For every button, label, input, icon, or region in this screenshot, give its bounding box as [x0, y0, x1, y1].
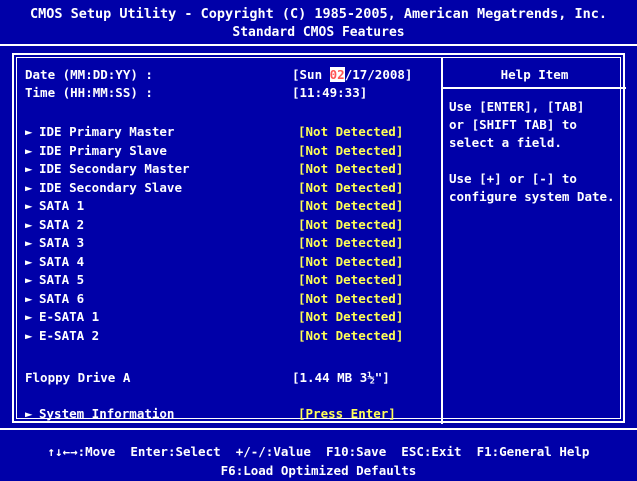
floppy-value[interactable]: [1.44 MB 3½"]: [292, 371, 390, 385]
device-item-value[interactable]: [Not Detected]: [298, 310, 403, 324]
device-item-value[interactable]: [Not Detected]: [298, 181, 403, 195]
device-item[interactable]: ► SATA 4: [25, 255, 84, 269]
app-title: CMOS Setup Utility - Copyright (C) 1985-…: [29, 6, 608, 22]
device-item-label: IDE Primary Slave: [39, 143, 167, 158]
triangle-right-icon: ►: [25, 406, 33, 421]
move-hint: ↑↓←→:Move: [47, 444, 116, 459]
page-title: Standard CMOS Features: [232, 25, 405, 40]
sysinfo-item[interactable]: ► System Information: [25, 407, 174, 421]
device-item-value[interactable]: [Not Detected]: [298, 273, 403, 287]
device-item[interactable]: ► SATA 2: [25, 218, 84, 232]
device-item-label: IDE Primary Master: [39, 124, 175, 139]
device-item-label: E-SATA 1: [39, 309, 100, 324]
device-item[interactable]: ► SATA 1: [25, 199, 84, 213]
date-month-field[interactable]: 02: [329, 67, 345, 82]
triangle-right-icon: ►: [25, 291, 33, 306]
date-value[interactable]: [Sun 02/17/2008]: [292, 67, 413, 82]
device-item-value[interactable]: [Not Detected]: [298, 236, 403, 250]
device-item-label: SATA 3: [39, 235, 85, 250]
save-hint[interactable]: F10:Save: [326, 444, 386, 459]
device-item[interactable]: ► SATA 5: [25, 273, 84, 287]
device-item-label: E-SATA 2: [39, 328, 100, 343]
sysinfo-label: System Information: [39, 406, 175, 421]
device-item-value[interactable]: [Not Detected]: [298, 218, 403, 232]
triangle-right-icon: ►: [25, 217, 33, 232]
triangle-right-icon: ►: [25, 328, 33, 343]
device-item[interactable]: ► SATA 3: [25, 236, 84, 250]
triangle-right-icon: ►: [25, 124, 33, 139]
time-value[interactable]: [11:49:33]: [292, 86, 367, 100]
triangle-right-icon: ►: [25, 272, 33, 287]
triangle-right-icon: ►: [25, 143, 33, 158]
value-hint: +/-/:Value: [235, 444, 311, 459]
device-item-label: IDE Secondary Slave: [39, 180, 182, 195]
main-panel: Date (MM:DD:YY) : [Sun 02/17/2008] Time …: [12, 53, 626, 424]
date-rest: /17/2008]: [344, 67, 413, 82]
help-line: Use [ENTER], [TAB]: [449, 99, 585, 114]
device-item-label: SATA 1: [39, 198, 85, 213]
device-item-label: IDE Secondary Master: [39, 161, 190, 176]
device-item[interactable]: ► E-SATA 2: [25, 329, 99, 343]
help-line: Use [+] or [-] to: [449, 171, 577, 186]
triangle-right-icon: ►: [25, 235, 33, 250]
triangle-right-icon: ►: [25, 161, 33, 176]
help-line: configure system Date.: [449, 189, 615, 204]
device-item-label: SATA 4: [39, 254, 85, 269]
help-title: Help Item: [500, 67, 569, 82]
floppy-label: Floppy Drive A: [25, 370, 131, 385]
defaults-hint[interactable]: F6:Load Optimized Defaults: [0, 463, 637, 478]
time-label: Time (HH:MM:SS) :: [25, 85, 153, 100]
footer-bar: ↑↓←→:Move Enter:Select +/-/:Value F10:Sa…: [0, 428, 637, 481]
header-bar: CMOS Setup Utility - Copyright (C) 1985-…: [0, 0, 637, 46]
device-item-value[interactable]: [Not Detected]: [298, 255, 403, 269]
triangle-right-icon: ►: [25, 309, 33, 324]
device-item-value[interactable]: [Not Detected]: [298, 199, 403, 213]
device-item[interactable]: ► IDE Secondary Slave: [25, 181, 182, 195]
device-item[interactable]: ► IDE Secondary Master: [25, 162, 190, 176]
key-legend: ↑↓←→:Move Enter:Select +/-/:Value F10:Sa…: [0, 444, 637, 459]
device-item-value[interactable]: [Not Detected]: [298, 329, 403, 343]
device-item[interactable]: ► IDE Primary Master: [25, 125, 174, 139]
device-item-value[interactable]: [Not Detected]: [298, 125, 403, 139]
device-item-label: SATA 2: [39, 217, 85, 232]
bios-screen: CMOS Setup Utility - Copyright (C) 1985-…: [0, 0, 637, 481]
panel-divider: [441, 58, 443, 424]
device-item-value[interactable]: [Not Detected]: [298, 162, 403, 176]
sysinfo-value[interactable]: [Press Enter]: [298, 407, 396, 421]
help-line: select a field.: [449, 135, 562, 150]
device-item-label: SATA 6: [39, 291, 85, 306]
triangle-right-icon: ►: [25, 198, 33, 213]
help-line: or [SHIFT TAB] to: [449, 117, 577, 132]
device-item[interactable]: ► SATA 6: [25, 292, 84, 306]
device-item[interactable]: ► IDE Primary Slave: [25, 144, 167, 158]
select-hint: Enter:Select: [130, 444, 221, 459]
help-separator: [443, 87, 626, 89]
main-panel-inner: Date (MM:DD:YY) : [Sun 02/17/2008] Time …: [16, 57, 626, 424]
device-item-label: SATA 5: [39, 272, 85, 287]
triangle-right-icon: ►: [25, 254, 33, 269]
date-label: Date (MM:DD:YY) :: [25, 67, 153, 82]
date-prefix: [Sun: [292, 67, 330, 82]
exit-hint[interactable]: ESC:Exit: [401, 444, 461, 459]
help-hint[interactable]: F1:General Help: [477, 444, 590, 459]
triangle-right-icon: ►: [25, 180, 33, 195]
device-item-value[interactable]: [Not Detected]: [298, 144, 403, 158]
device-item-value[interactable]: [Not Detected]: [298, 292, 403, 306]
device-item[interactable]: ► E-SATA 1: [25, 310, 99, 324]
